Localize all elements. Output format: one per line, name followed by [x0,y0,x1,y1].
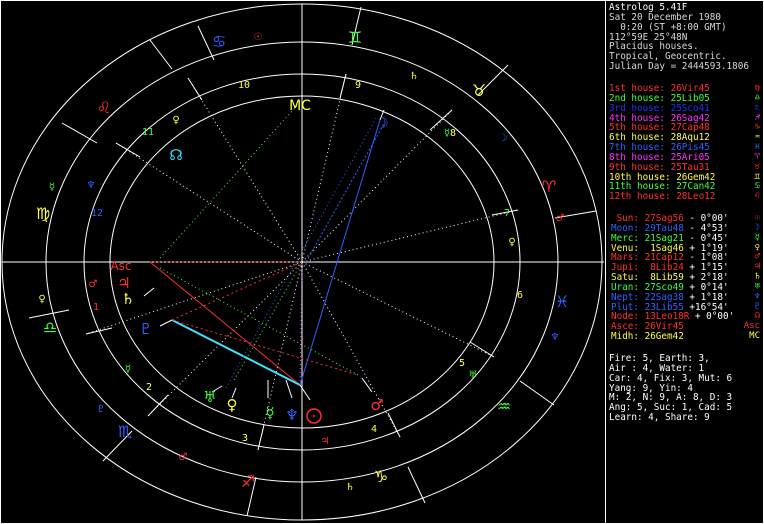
house-number-1: 1 [93,302,99,313]
house-number-5: 5 [459,358,465,369]
planet-position: 26Gem42 [644,331,684,343]
house-number-6: 6 [517,290,523,301]
saturn-ruler-icon: ♄ [346,482,355,493]
house-number-10: 10 [238,80,250,91]
saturn-ruler-2-icon: ♄ [410,71,419,82]
element-stats: Fire: 5, Earth: 3, Air : 4, Water: 1 Car: … [609,354,762,423]
venus-icon: ♀ [227,396,238,414]
moon-icon: ☽ [375,114,388,132]
mercury-ruler-icon: ☿ [49,182,55,193]
pisces-icon: ♓ [555,292,569,311]
sun-ruler-icon: ☉ [254,32,263,43]
mars-ruler-3-icon: ♂ [556,213,565,224]
virgo-icon: ♍ [36,204,50,223]
neptune-icon: ♆ [285,406,298,424]
planet-row: Midh: 26Gem42 MC [609,331,762,343]
uranus-ruler-icon: ♅ [469,370,478,381]
mars-ruler-icon: ♂ [89,279,98,290]
aquarius-icon: ♒ [497,397,511,416]
scorpio-icon: ♏ [118,422,132,441]
house-number-4: 4 [371,424,377,435]
capricorn-icon: ♑ [374,467,388,486]
house-number-3: 3 [242,433,248,444]
saturn-icon: ♄ [121,290,134,308]
house-number-12: 12 [91,208,103,219]
planet-symbol-icon: MC [749,331,760,342]
chart-wheel: ♌ ♋ ♊ ♉ ♈ ♓ ♒ ♑ ♐ ♏ ♎ ♍ ♆ ☿ ♀ ♂ ☿ ♇ ♂ ♃ ♄ ♅ ♆ ♂ ♀ ☽… [1,3,604,521]
mercury-ruler-2-icon: ☿ [125,364,131,375]
pluto-ruler-icon: ♇ [97,404,106,415]
house-number-9: 9 [355,80,361,91]
house-row: 12th house: 28Leo12 ♌ [609,191,762,203]
venus-ruler-icon: ♀ [38,294,45,305]
neptune-ruler-icon: ♆ [87,180,96,191]
planet-latitude: + 0°00' [689,311,735,323]
moon-ruler-icon: ☽ [499,133,508,144]
taurus-icon: ♉ [472,81,486,100]
info-panel: Astrolog 5.41F Sat 20 December 1980 0:20… [605,0,764,524]
mercury-icon: ☿ [265,404,274,422]
house-number-11: 11 [142,127,154,138]
aries-icon: ♈ [542,177,556,196]
uranus-icon: ♅ [203,388,216,406]
house-number-2: 2 [146,382,152,393]
node-icon: ☊ [169,146,182,164]
cancer-icon: ♋ [212,32,226,51]
venus-ruler-2-icon: ♀ [508,237,515,248]
mc-label: MC [289,98,311,114]
house-cusp-value: 28Leo12 [676,191,716,203]
house-label: 12th house: [609,191,671,203]
gemini-icon: ♊ [348,28,362,47]
pluto-icon: ♇ [139,320,152,338]
aspect-lines [149,99,386,389]
libra-icon: ♎ [43,318,57,337]
venus-ruler-3-icon: ♀ [172,115,179,126]
header-line: Julian Day = 2444593.1806 [609,61,749,73]
leo-icon: ♌ [97,98,111,117]
house-sign-icon: ♌ [754,191,760,202]
planet-name: Midh: [611,331,639,343]
neptune-ruler-2-icon: ♆ [551,332,560,343]
header-block: Astrolog 5.41F Sat 20 December 1980 0:20… [609,3,762,72]
house-number-8: 8 [450,128,456,139]
stats-line: Learn: 4, Share: 9 [609,412,710,424]
mars-icon: ♂ [370,396,383,414]
sagittarius-icon: ♐ [241,472,255,491]
sun-center-dot [313,415,315,417]
house-number-7: 7 [504,208,510,219]
asc-label: Asc [110,259,131,273]
house-list: 1st house: 26Vir45 ♍ 2nd house: 25Lib05 ♎ 3r… [609,83,762,203]
planet-list: Sun: 27Sag56 - 0°00' ☉ Moon: 29Tau48 - 4°5… [609,213,762,343]
jupiter-ruler-icon: ♃ [321,436,330,447]
mars-ruler-2-icon: ♂ [179,452,188,463]
